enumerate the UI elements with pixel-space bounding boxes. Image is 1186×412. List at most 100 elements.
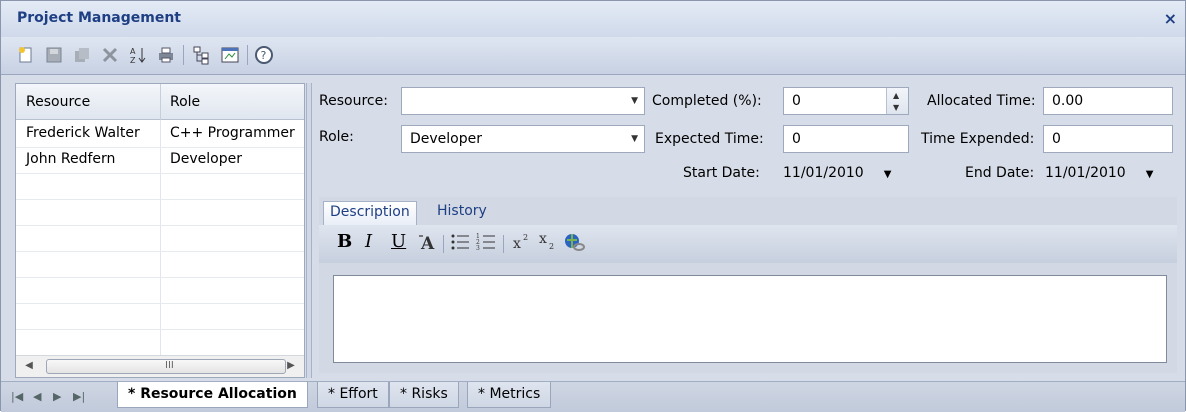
chevron-down-icon: ▼ bbox=[631, 134, 638, 144]
italic-button[interactable]: I bbox=[365, 231, 372, 255]
allocated-time-field[interactable]: 0.00 bbox=[1043, 87, 1173, 115]
resource-dropdown[interactable]: ▼ bbox=[401, 87, 645, 115]
role-value: Developer bbox=[410, 131, 483, 147]
bullet-list-icon[interactable] bbox=[449, 231, 471, 255]
resource-grid: Resource Role Frederick Walter C++ Progr… bbox=[15, 83, 305, 378]
completed-label: Completed (%): bbox=[652, 93, 762, 109]
resource-cell: John Redfern bbox=[26, 151, 116, 167]
description-editor[interactable] bbox=[333, 275, 1167, 363]
scroll-grip: III bbox=[165, 360, 174, 371]
spin-down-icon[interactable]: ▼ bbox=[893, 103, 899, 112]
chevron-down-icon: ▼ bbox=[631, 96, 638, 106]
project-management-window: Project Management × AZ ? Resource Role … bbox=[0, 0, 1186, 412]
toolbar-separator bbox=[183, 45, 184, 65]
rich-text-toolbar: B I U A 123 x2 x2 bbox=[319, 225, 1177, 263]
expected-time-value: 0 bbox=[792, 131, 801, 147]
scroll-right-icon[interactable]: ▶ bbox=[282, 358, 300, 374]
allocated-time-label: Allocated Time: bbox=[927, 93, 1036, 109]
spin-buttons[interactable]: ▲ ▼ bbox=[886, 88, 908, 114]
toolbar-separator bbox=[443, 235, 444, 253]
svg-text:x: x bbox=[539, 231, 547, 247]
table-row[interactable]: Frederick Walter C++ Programmer bbox=[16, 122, 304, 148]
svg-text:3: 3 bbox=[476, 245, 480, 252]
scroll-left-icon[interactable]: ◀ bbox=[20, 358, 38, 374]
tab-resource-allocation[interactable]: * Resource Allocation bbox=[117, 382, 308, 408]
properties-icon[interactable] bbox=[219, 44, 241, 66]
header-divider bbox=[160, 84, 161, 120]
delete-icon[interactable] bbox=[99, 44, 121, 66]
tab-history[interactable]: History bbox=[431, 201, 493, 225]
toolbar-separator bbox=[247, 45, 248, 65]
subscript-icon[interactable]: x2 bbox=[537, 231, 559, 255]
time-expended-value: 0 bbox=[1052, 131, 1061, 147]
bottom-tab-strip: |◀ ◀ ▶ ▶| * Resource Allocation * Effort… bbox=[1, 381, 1185, 412]
completed-value: 0 bbox=[792, 93, 801, 109]
resource-cell: Frederick Walter bbox=[26, 125, 140, 141]
first-page-icon[interactable]: |◀ bbox=[11, 390, 23, 403]
panel-splitter[interactable] bbox=[306, 83, 312, 378]
close-button[interactable]: × bbox=[1164, 9, 1177, 28]
svg-text:A: A bbox=[130, 47, 136, 56]
tab-metrics[interactable]: * Metrics bbox=[467, 382, 552, 408]
end-date-picker[interactable]: 11/01/2010 ▼ bbox=[1045, 165, 1153, 181]
svg-text:?: ? bbox=[261, 49, 267, 62]
numbered-list-icon[interactable]: 123 bbox=[475, 231, 497, 255]
empty-row bbox=[16, 330, 304, 356]
empty-row bbox=[16, 200, 304, 226]
svg-text:x: x bbox=[513, 236, 521, 252]
grid-header: Resource Role bbox=[16, 84, 304, 120]
tab-description[interactable]: Description bbox=[323, 201, 417, 225]
spin-up-icon[interactable]: ▲ bbox=[893, 91, 899, 100]
allocated-time-value: 0.00 bbox=[1052, 93, 1084, 109]
new-document-icon[interactable] bbox=[15, 44, 37, 66]
empty-row bbox=[16, 174, 304, 200]
previous-page-icon[interactable]: ◀ bbox=[33, 390, 41, 403]
role-cell: Developer bbox=[170, 151, 243, 167]
bold-button[interactable]: B bbox=[337, 231, 352, 255]
completed-stepper[interactable]: 0 ▲ ▼ bbox=[783, 87, 909, 115]
superscript-icon[interactable]: x2 bbox=[511, 231, 533, 255]
time-expended-label: Time Expended: bbox=[921, 131, 1035, 147]
chevron-down-icon[interactable]: ▼ bbox=[884, 169, 892, 180]
chevron-down-icon[interactable]: ▼ bbox=[1146, 169, 1154, 180]
font-color-icon[interactable]: A bbox=[417, 231, 441, 255]
hyperlink-icon[interactable] bbox=[563, 231, 587, 255]
end-date-label: End Date: bbox=[965, 165, 1035, 181]
role-column-header[interactable]: Role bbox=[170, 94, 200, 110]
empty-row bbox=[16, 304, 304, 330]
role-dropdown[interactable]: Developer ▼ bbox=[401, 125, 645, 153]
expected-time-field[interactable]: 0 bbox=[783, 125, 909, 153]
end-date-value: 11/01/2010 bbox=[1045, 165, 1126, 181]
svg-text:2: 2 bbox=[523, 233, 528, 242]
tab-effort[interactable]: * Effort bbox=[317, 382, 389, 408]
svg-text:2: 2 bbox=[549, 242, 554, 251]
tab-risks[interactable]: * Risks bbox=[389, 382, 459, 408]
scroll-thumb[interactable]: III bbox=[46, 359, 286, 374]
role-label: Role: bbox=[319, 129, 354, 145]
title-bar: Project Management × bbox=[1, 1, 1185, 37]
expected-time-label: Expected Time: bbox=[655, 131, 764, 147]
next-page-icon[interactable]: ▶ bbox=[53, 390, 61, 403]
start-date-picker[interactable]: 11/01/2010 ▼ bbox=[783, 165, 891, 181]
table-row[interactable]: John Redfern Developer bbox=[16, 148, 304, 174]
resource-form: Resource: ▼ Completed (%): 0 ▲ ▼ Allocat… bbox=[313, 83, 1183, 203]
hierarchy-icon[interactable] bbox=[191, 44, 213, 66]
role-cell: C++ Programmer bbox=[170, 125, 295, 141]
copy-icon[interactable] bbox=[71, 44, 93, 66]
empty-row bbox=[16, 226, 304, 252]
underline-button[interactable]: U bbox=[391, 231, 406, 255]
start-date-value: 11/01/2010 bbox=[783, 165, 864, 181]
save-icon[interactable] bbox=[43, 44, 65, 66]
last-page-icon[interactable]: ▶| bbox=[73, 390, 85, 403]
help-icon[interactable]: ? bbox=[253, 44, 275, 66]
empty-row bbox=[16, 252, 304, 278]
toolbar-separator bbox=[503, 235, 504, 253]
print-icon[interactable] bbox=[155, 44, 177, 66]
resource-column-header[interactable]: Resource bbox=[26, 94, 90, 110]
empty-row bbox=[16, 278, 304, 304]
sort-icon[interactable]: AZ bbox=[127, 44, 149, 66]
time-expended-field[interactable]: 0 bbox=[1043, 125, 1173, 153]
svg-text:Z: Z bbox=[130, 56, 136, 65]
horizontal-scrollbar[interactable]: ◀ III ▶ bbox=[16, 355, 304, 377]
toolbar: AZ ? bbox=[1, 37, 1185, 75]
